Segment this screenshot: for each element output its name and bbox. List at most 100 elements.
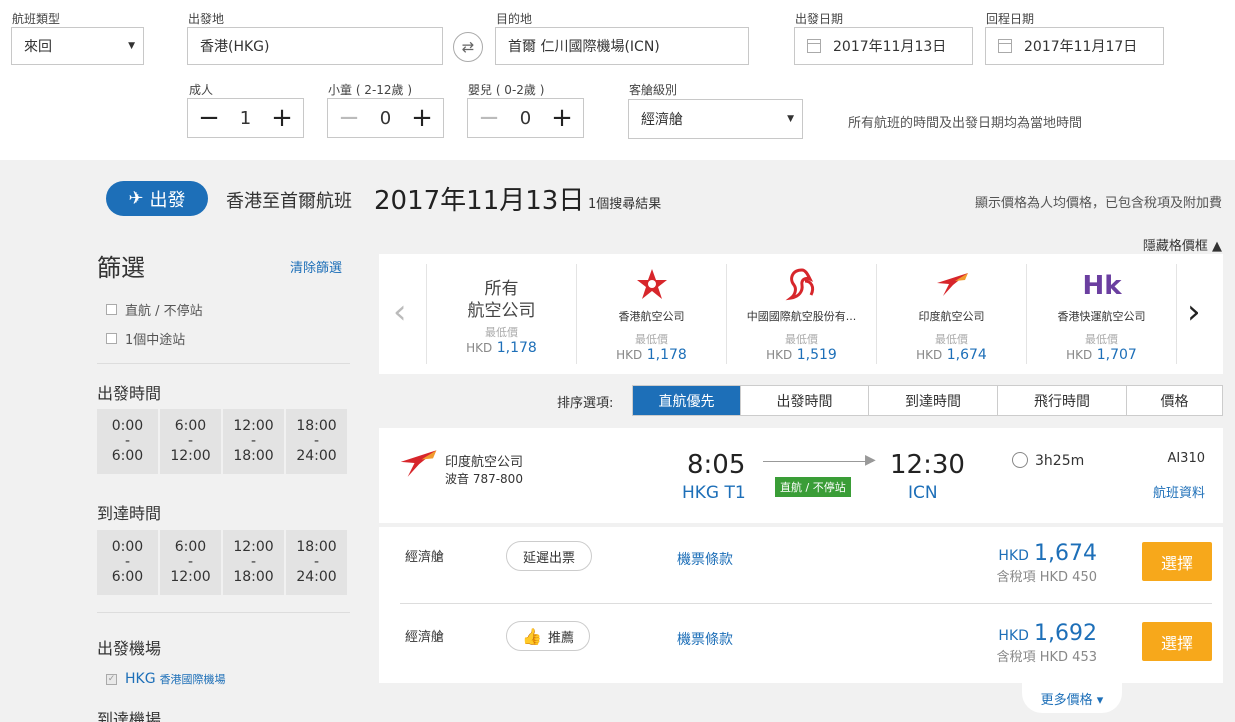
depart-airport-title: 出發機場 [97, 639, 162, 658]
trip-type-select[interactable]: 來回 ▼ [11, 27, 144, 65]
chevron-right-icon[interactable]: › [1187, 292, 1201, 332]
airline-cell[interactable]: 印度航空公司 最低價 HKD 1,674 [876, 264, 1026, 364]
fare-currency: HKD [998, 628, 1029, 644]
airport-name: 香港國際機場 [159, 673, 226, 686]
fare-terms-link[interactable]: 機票條款 [677, 629, 733, 649]
fare-tag: 👍 推薦 [506, 621, 590, 651]
calendar-icon [807, 39, 821, 53]
svg-text:Hk: Hk [1082, 271, 1122, 299]
airline-cell-all[interactable]: 所有 航空公司 最低價 HKD 1,178 [426, 264, 576, 364]
plus-button[interactable]: + [549, 105, 575, 131]
slot-dash: - [124, 433, 131, 449]
arrival-time: 12:30 [890, 450, 965, 480]
depart-time-slot[interactable]: 0:00-6:00 [97, 409, 158, 474]
caret-down-icon: ▼ [787, 114, 794, 124]
airline-cell[interactable]: 中國國際航空股份有... 最低價 HKD 1,519 [726, 264, 876, 364]
stop-filter-label: 直航 / 不停站 [125, 304, 203, 319]
air-india-logo [397, 448, 439, 482]
destination-label: 目的地 [496, 12, 533, 26]
plus-button[interactable]: + [409, 105, 435, 131]
air-india-logo [877, 264, 1026, 304]
depart-time-slot[interactable]: 18:00-24:00 [286, 409, 347, 474]
depart-date-input[interactable]: 2017年11月13日 [794, 27, 973, 65]
select-button[interactable]: 選擇 [1142, 622, 1212, 661]
nonstop-badge: 直航 / 不停站 [775, 477, 851, 497]
airline-price: HKD 1,707 [1027, 347, 1176, 363]
return-date-input[interactable]: 2017年11月17日 [985, 27, 1164, 65]
sort-option-duration[interactable]: 飛行時間 [998, 386, 1127, 415]
currency: HKD [916, 348, 943, 362]
destination-input[interactable]: 首爾 仁川國際機場(ICN) [495, 27, 749, 65]
slot-dash: - [187, 433, 194, 449]
origin-input[interactable]: 香港(HKG) [187, 27, 443, 65]
depart-time-slot[interactable]: 12:00-18:00 [223, 409, 284, 474]
depart-date-label: 出發日期 [795, 12, 844, 26]
depart-time-slot[interactable]: 6:00-12:00 [160, 409, 221, 474]
fare-price-value: 1,692 [1034, 621, 1097, 646]
price-value: 1,707 [1096, 347, 1137, 363]
hide-price-frame-toggle[interactable]: 隱藏格價框 ▲ [1143, 235, 1222, 254]
airline-name: 印度航空公司 [918, 310, 985, 323]
minus-button[interactable]: − [336, 105, 362, 131]
airline-cell[interactable]: Hk 香港快運航空公司 最低價 HKD 1,707 [1026, 264, 1176, 364]
return-date-label: 回程日期 [986, 12, 1035, 26]
divider [97, 612, 350, 613]
price-value: 1,178 [496, 340, 537, 356]
airline-price: HKD 1,519 [727, 347, 876, 363]
infant-count: 0 [519, 107, 532, 129]
sort-bar: 直航優先 出發時間 到達時間 飛行時間 價格 [632, 385, 1223, 416]
stop-filter-nonstop[interactable]: 直航 / 不停站 [106, 300, 203, 319]
child-label: 小童 ( 2-12歲 ) [328, 83, 413, 97]
minus-button[interactable]: − [196, 105, 222, 131]
flight-airline: 印度航空公司 [445, 455, 524, 470]
fare-currency: HKD [998, 548, 1029, 564]
fare-tag-label: 推薦 [547, 630, 574, 646]
lowest-label: 最低價 [1085, 333, 1118, 346]
chevron-left-icon[interactable]: ‹ [393, 292, 407, 332]
slot-from: 0:00 [111, 418, 144, 434]
fare-tag: 延遲出票 [506, 541, 592, 571]
clear-filters-link[interactable]: 清除篩選 [290, 257, 342, 276]
depart-airport-filter[interactable]: ✓ HKG 香港國際機場 [106, 671, 226, 687]
checkbox[interactable] [106, 333, 117, 344]
cabin-select[interactable]: 經濟艙 ▼ [628, 99, 803, 139]
origin-value: 香港(HKG) [200, 39, 270, 55]
depart-pill-label: 出發 [149, 189, 186, 211]
child-stepper: − 0 + [327, 98, 444, 138]
more-prices-link[interactable]: 更多價格 ▾ [1022, 683, 1122, 713]
fare-options: 經濟艙 延遲出票 機票條款 HKD 1,674 含稅項 HKD 450 選擇 經… [379, 527, 1223, 683]
price-value: 1,178 [646, 347, 687, 363]
slot-from: 0:00 [111, 539, 144, 555]
airline-cell[interactable]: 香港航空公司 最低價 HKD 1,178 [576, 264, 726, 364]
adult-stepper: − 1 + [187, 98, 304, 138]
arrive-time-slot[interactable]: 6:00-12:00 [160, 530, 221, 595]
arrive-time-slot[interactable]: 12:00-18:00 [223, 530, 284, 595]
sort-option-price[interactable]: 價格 [1127, 386, 1222, 415]
checkbox-checked[interactable]: ✓ [106, 673, 117, 685]
fare-terms-link[interactable]: 機票條款 [677, 549, 733, 569]
slot-dash: - [313, 554, 320, 570]
price-value: 1,674 [946, 347, 987, 363]
stop-filter-one-stop[interactable]: 1個中途站 [106, 329, 185, 348]
fare-tax: 含稅項 HKD 450 [996, 570, 1097, 585]
sort-option-arrive[interactable]: 到達時間 [869, 386, 998, 415]
swap-icon[interactable]: ⇄ [453, 32, 483, 62]
lowest-label: 最低價 [785, 333, 818, 346]
slot-to: 12:00 [170, 448, 211, 464]
flight-details-link[interactable]: 航班資料 [1153, 482, 1205, 501]
sort-option-depart[interactable]: 出發時間 [741, 386, 869, 415]
sort-option-nonstop[interactable]: 直航優先 [633, 386, 741, 415]
arrive-time-slot[interactable]: 18:00-24:00 [286, 530, 347, 595]
checkbox[interactable] [106, 304, 117, 315]
plus-button[interactable]: + [269, 105, 295, 131]
divider [400, 603, 1212, 604]
fare-tax: 含稅項 HKD 453 [996, 650, 1097, 665]
select-button[interactable]: 選擇 [1142, 542, 1212, 581]
slot-to: 12:00 [170, 569, 211, 585]
all-airlines-line2: 航空公司 [467, 301, 536, 321]
flight-number: AI310 [1167, 451, 1205, 466]
fare-cabin: 經濟艙 [405, 550, 445, 565]
arrive-time-slot[interactable]: 0:00-6:00 [97, 530, 158, 595]
plane-icon: ✈ [128, 188, 144, 209]
minus-button[interactable]: − [476, 105, 502, 131]
